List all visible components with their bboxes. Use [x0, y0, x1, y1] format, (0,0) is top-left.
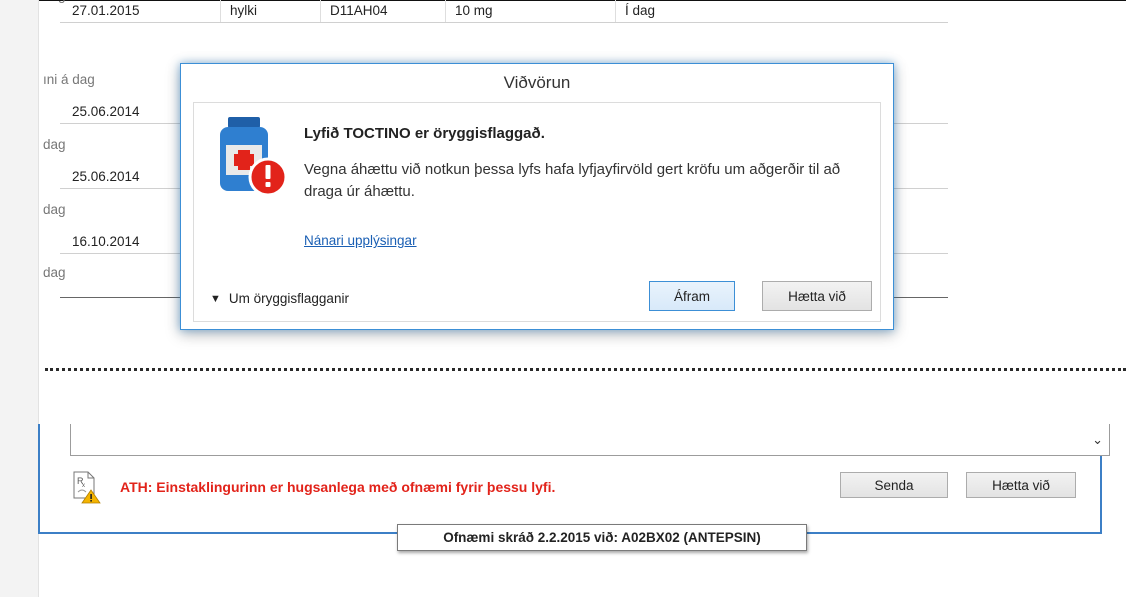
dose-line: dag: [43, 265, 66, 280]
column-divider: [320, 0, 321, 22]
list-item-when: Í dag: [625, 3, 656, 18]
list-item-dose: 10 mg: [455, 3, 493, 18]
chevron-down-icon[interactable]: ⌄: [1092, 432, 1103, 448]
dose-line: ıni á dag: [43, 72, 95, 87]
dialog-title: Viðvörun: [503, 73, 571, 92]
expander-label: Um öryggisflagganir: [228, 291, 349, 306]
warning-dialog: Viðvörun Lyfið TOCTINO er öryggisflaggað…: [180, 63, 894, 330]
warning-heading: Lyfið TOCTINO er öryggisflaggað.: [304, 125, 545, 142]
list-item-atc: D11AH04: [330, 3, 388, 18]
prescription-panel: ⌄ R x ATH: Einstaklingurinn er hugsanleg…: [38, 424, 1110, 534]
allergy-warning-text: ATH: Einstaklingurinn er hugsanlega með …: [120, 479, 556, 495]
list-item-date: 27.01.2015: [72, 3, 140, 18]
dialog-body: Lyfið TOCTINO er öryggisflaggað. Vegna á…: [193, 102, 881, 322]
dose-line: dag: [43, 137, 66, 152]
warning-description: Vegna áhættu við notkun þessa lyfs hafa …: [304, 161, 841, 200]
prescription-warning-icon: R x: [70, 470, 104, 504]
dotted-divider: [45, 368, 1126, 371]
chevron-down-icon: ▼: [210, 292, 221, 305]
svg-text:x: x: [82, 483, 85, 489]
send-button[interactable]: Senda: [840, 472, 948, 498]
list-item[interactable]: 27.01.2015 hylki D11AH04 10 mg Í dag: [60, 0, 948, 23]
safety-flags-expander[interactable]: ▼ Um öryggisflagganir: [210, 291, 349, 306]
list-item-form: hylki: [230, 3, 258, 18]
column-divider: [615, 0, 616, 22]
more-info-link[interactable]: Nánari upplýsingar: [304, 233, 417, 248]
cancel-button[interactable]: Hætta við: [966, 472, 1076, 498]
allergy-tooltip: Ofnæmi skráð 2.2.2015 við: A02BX02 (ANTE…: [397, 524, 807, 551]
column-divider: [220, 0, 221, 22]
dose-line: dag: [43, 202, 66, 217]
medication-warning-icon: [214, 117, 288, 199]
left-gutter: [0, 0, 39, 597]
comment-combobox[interactable]: ⌄: [70, 424, 1110, 456]
continue-button[interactable]: Áfram: [649, 281, 735, 311]
dialog-cancel-button[interactable]: Hætta við: [762, 281, 872, 311]
column-divider: [445, 0, 446, 22]
